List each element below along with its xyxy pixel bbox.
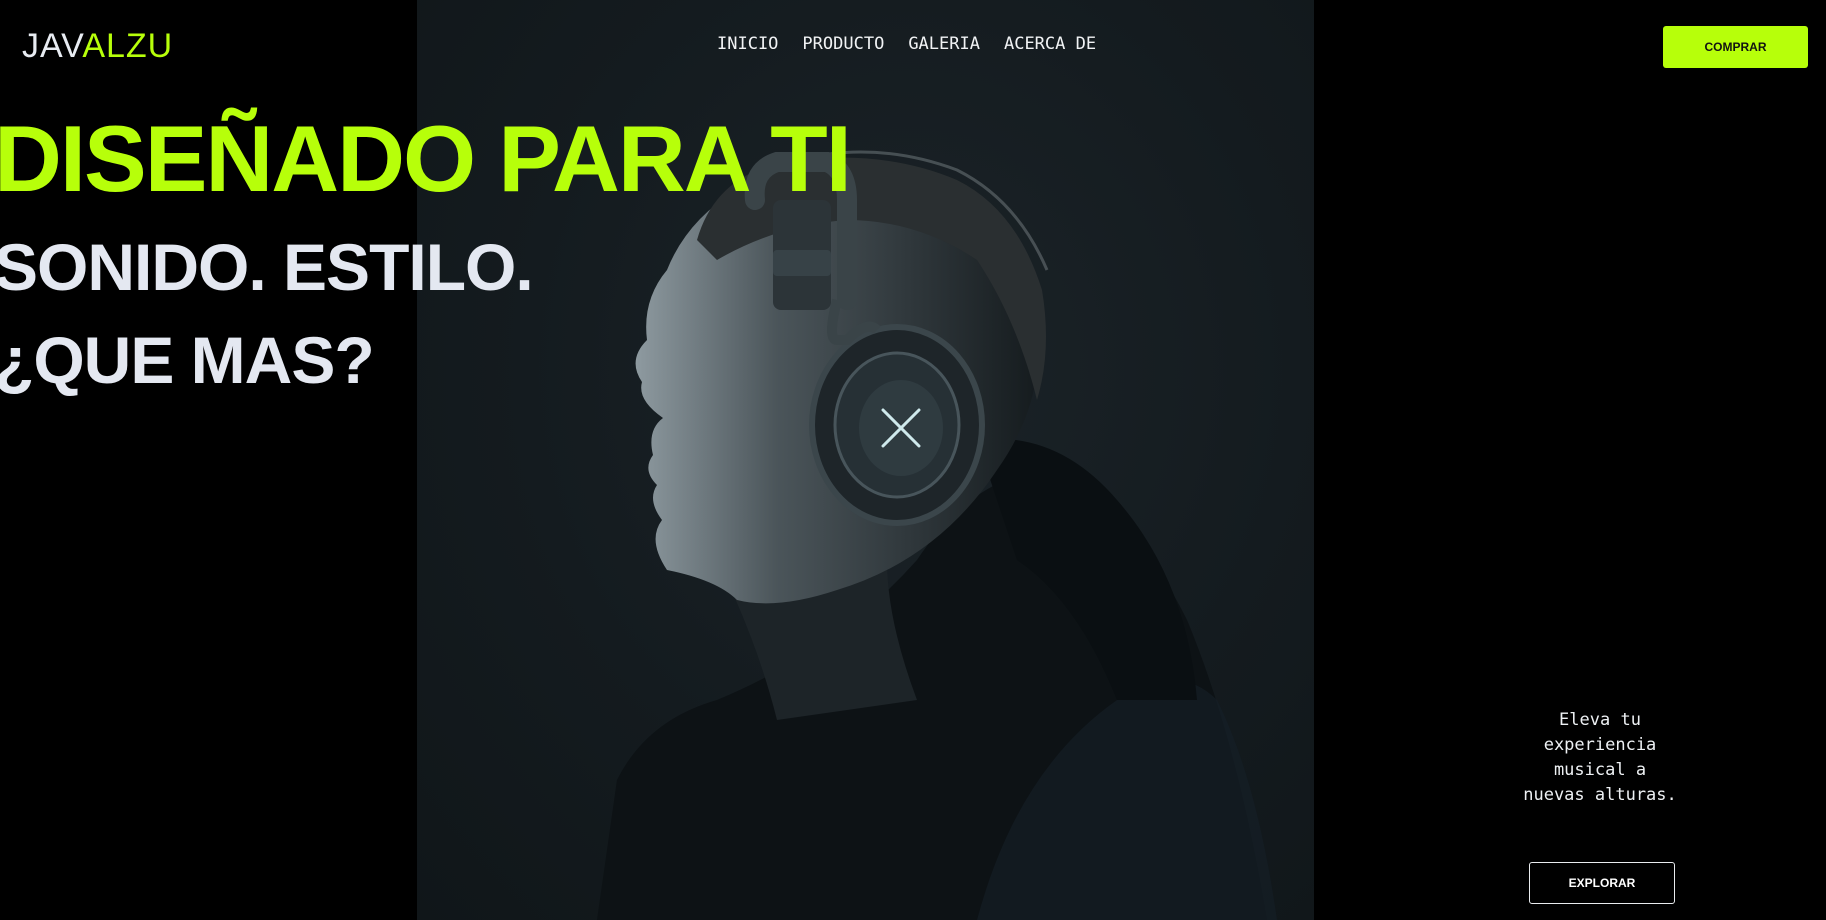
hero-subline-2: ¿QUE MAS? [0,323,375,397]
hero-headline: DISEÑADO PARA TI [0,106,852,211]
explore-button[interactable]: EXPLORAR [1529,862,1675,904]
nav-item-producto[interactable]: PRODUCTO [802,34,884,54]
hero-subline-1: SONIDO. ESTILO. [0,230,534,304]
buy-button[interactable]: COMPRAR [1663,26,1808,68]
nav-item-galeria[interactable]: GALERIA [908,34,980,54]
cta-tagline: Eleva tu experiencia musical a nuevas al… [1523,710,1677,805]
nav-item-acerca-de[interactable]: ACERCA DE [1004,34,1096,54]
nav-item-inicio[interactable]: INICIO [717,34,778,54]
main-nav: INICIO PRODUCTO GALERIA ACERCA DE [717,34,1096,54]
brand-logo[interactable]: JAVALZU [22,26,173,66]
landing-page: JAVALZU INICIO PRODUCTO GALERIA ACERCA D… [0,0,1826,920]
logo-text-primary: JAV [22,27,83,65]
logo-text-accent: ALZU [82,27,174,65]
